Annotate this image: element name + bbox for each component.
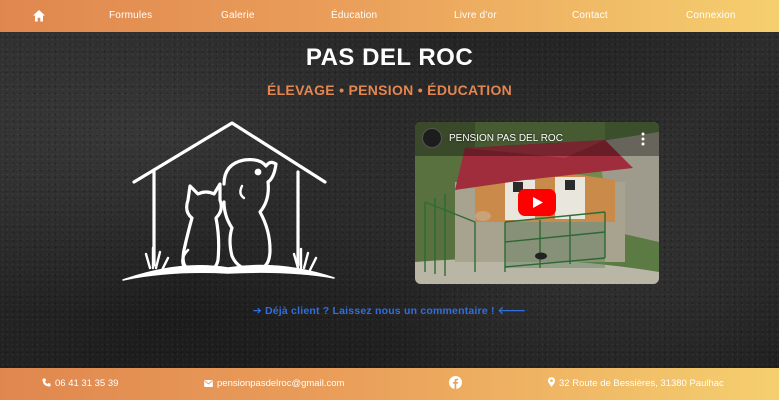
nav-link-livre-dor[interactable]: Livre d'or (454, 0, 497, 32)
channel-avatar[interactable] (422, 128, 442, 148)
footer-phone[interactable]: 06 41 31 35 39 (42, 368, 118, 400)
youtube-video-embed[interactable]: PENSION PAS DEL ROC (415, 122, 659, 284)
nav-link-formules[interactable]: Formules (109, 0, 152, 32)
phone-icon (42, 378, 51, 387)
more-options-icon[interactable] (641, 132, 645, 146)
nav-link-contact[interactable]: Contact (572, 0, 608, 32)
footer-bar: 06 41 31 35 39 pensionpasdelroc@gmail.co… (0, 368, 779, 400)
youtube-play-icon[interactable] (518, 189, 556, 216)
page-title: PAS DEL ROC (305, 44, 474, 71)
nav-link-education[interactable]: Éducation (331, 0, 377, 32)
footer-address-text: 32 Route de Bessières, 31380 Paulhac (559, 378, 724, 389)
home-icon[interactable] (32, 9, 46, 23)
footer-phone-text: 06 41 31 35 39 (55, 378, 119, 389)
footer-address[interactable]: 32 Route de Bessières, 31380 Paulhac (548, 368, 724, 400)
kennel-logo (120, 120, 338, 285)
top-nav: Formules Galerie Éducation Livre d'or Co… (0, 0, 779, 32)
footer-email[interactable]: pensionpasdelroc@gmail.com (204, 368, 344, 400)
map-pin-icon (548, 377, 555, 387)
nav-link-connexion[interactable]: Connexion (686, 0, 736, 32)
facebook-icon[interactable] (449, 368, 462, 400)
video-title[interactable]: PENSION PAS DEL ROC (449, 133, 563, 144)
envelope-icon (204, 380, 213, 387)
review-link[interactable]: ➔ Déjà client ? Laissez nous un commenta… (0, 304, 779, 317)
page-subtitle: ÉLEVAGE • PENSION • ÉDUCATION (266, 82, 513, 98)
footer-email-text: pensionpasdelroc@gmail.com (217, 378, 345, 389)
nav-link-galerie[interactable]: Galerie (221, 0, 255, 32)
